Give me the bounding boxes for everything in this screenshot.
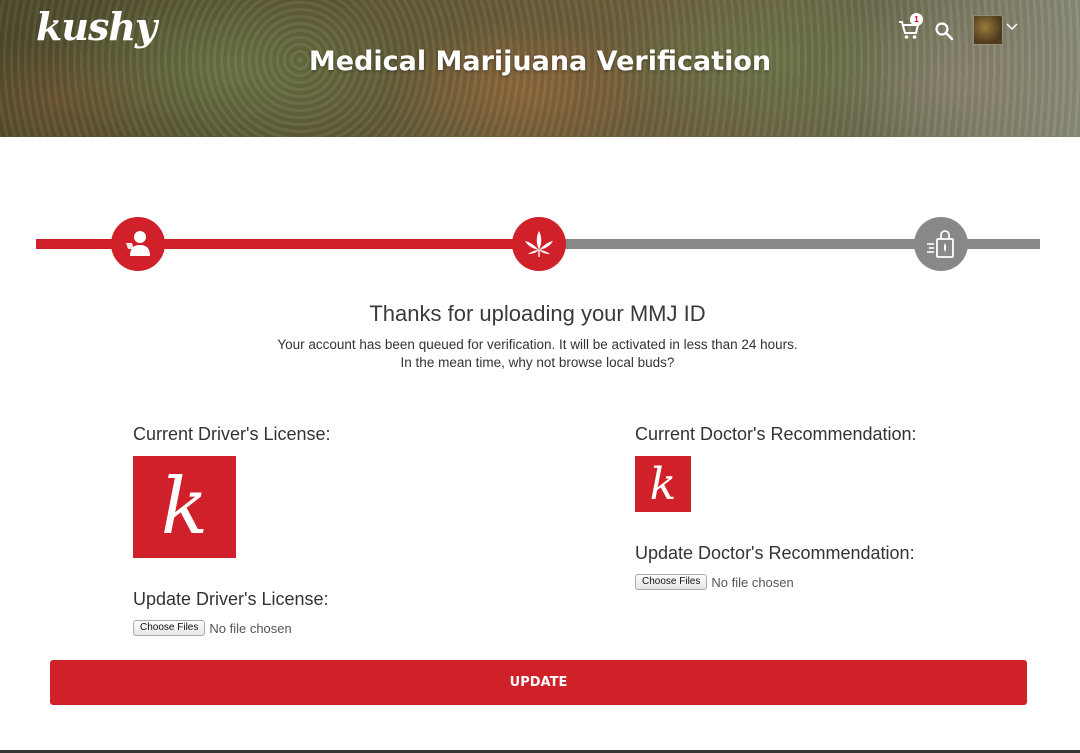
update-button[interactable]: UPDATE [50, 660, 1027, 705]
doctors-recommendation-file-status: No file chosen [711, 574, 794, 590]
user-id-icon [126, 231, 150, 256]
current-doctors-recommendation-label: Current Doctor's Recommendation: [635, 424, 917, 444]
kushy-logo[interactable]: kushy [36, 4, 157, 49]
page-title: Medical Marijuana Verification [308, 46, 772, 77]
shopping-bag-icon [927, 230, 954, 258]
kushy-k-logo: k [649, 458, 677, 510]
current-drivers-license-label: Current Driver's License: [133, 424, 331, 444]
step-shop [914, 217, 968, 271]
drivers-license-image: k [133, 456, 236, 558]
avatar[interactable] [973, 15, 1003, 45]
step-id-upload [111, 217, 165, 271]
search-icon[interactable] [934, 21, 954, 41]
browse-prompt-text: In the mean time, why not browse local b… [400, 355, 675, 370]
cart-count-badge: 1 [910, 13, 923, 26]
kushy-k-logo: k [160, 462, 209, 552]
choose-doctors-recommendation-button[interactable]: Choose Files [635, 574, 708, 590]
doctors-recommendation-image: k [635, 456, 691, 512]
update-drivers-license-label: Update Driver's License: [133, 589, 329, 609]
chevron-down-icon[interactable] [1006, 22, 1018, 32]
confirmation-text: Your account has been queued for verific… [277, 337, 798, 352]
doctors-recommendation-file-input: Choose Files No file chosen [635, 574, 794, 590]
cannabis-leaf-icon [525, 231, 553, 257]
choose-drivers-license-button[interactable]: Choose Files [133, 620, 206, 636]
drivers-license-file-status: No file chosen [209, 620, 292, 636]
confirmation-heading: Thanks for uploading your MMJ ID [369, 301, 706, 326]
update-doctors-recommendation-label: Update Doctor's Recommendation: [635, 543, 915, 563]
step-verification [512, 217, 566, 271]
drivers-license-file-input: Choose Files No file chosen [133, 620, 292, 636]
